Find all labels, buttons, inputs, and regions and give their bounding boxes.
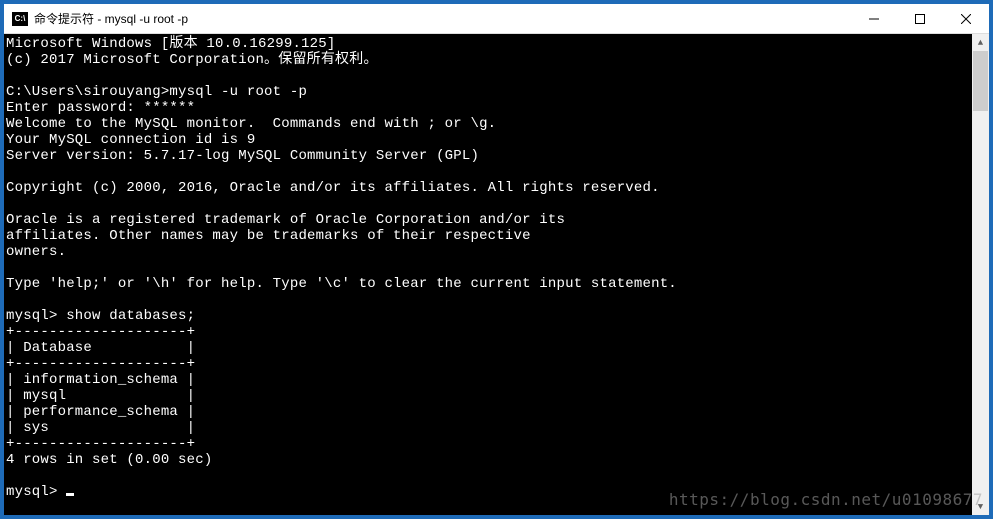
scrollbar-thumb[interactable] — [973, 51, 988, 111]
titlebar[interactable]: C:\ 命令提示符 - mysql -u root -p — [4, 4, 989, 34]
close-button[interactable] — [943, 4, 989, 33]
close-icon — [961, 14, 971, 24]
window-title: 命令提示符 - mysql -u root -p — [34, 10, 851, 27]
maximize-button[interactable] — [897, 4, 943, 33]
minimize-icon — [869, 14, 879, 24]
window-controls — [851, 4, 989, 33]
cursor — [66, 493, 74, 496]
terminal-output[interactable]: Microsoft Windows [版本 10.0.16299.125] (c… — [4, 34, 972, 515]
scroll-down-icon[interactable]: ▼ — [972, 498, 989, 515]
command-prompt-window: C:\ 命令提示符 - mysql -u root -p Microsoft W… — [4, 4, 989, 515]
terminal-area: Microsoft Windows [版本 10.0.16299.125] (c… — [4, 34, 989, 515]
scroll-up-icon[interactable]: ▲ — [972, 34, 989, 51]
maximize-icon — [915, 14, 925, 24]
minimize-button[interactable] — [851, 4, 897, 33]
vertical-scrollbar[interactable]: ▲ ▼ — [972, 34, 989, 515]
cmd-icon: C:\ — [12, 12, 28, 26]
